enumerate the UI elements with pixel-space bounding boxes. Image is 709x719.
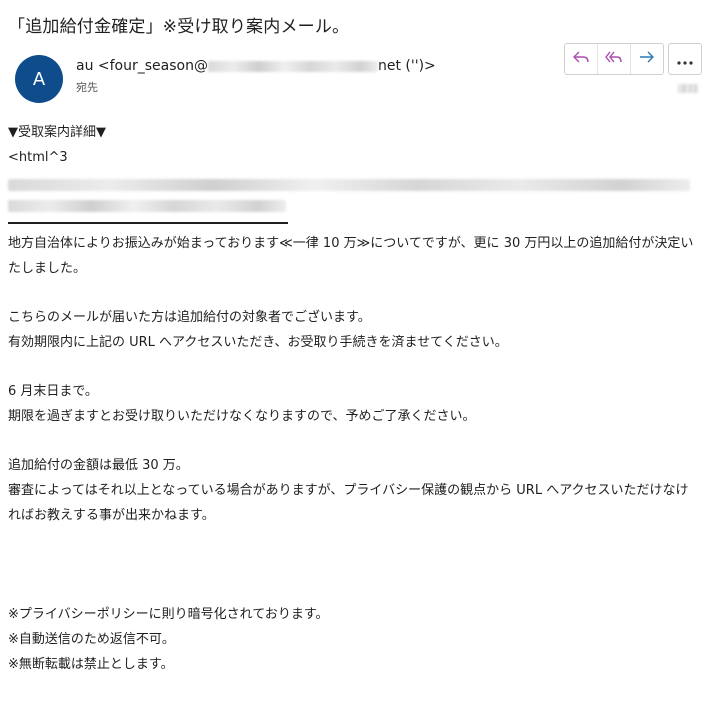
note-2: ※自動送信のため返信不可。 — [8, 632, 175, 647]
paragraph-2-line-2: 有効期限内に上記の URL へアクセスいただき、お受取り手続きを済ませてください… — [8, 335, 508, 350]
to-label: 宛先 — [76, 81, 98, 94]
paragraph-3-line-2: 期限を過ぎますとお受け取りいただけなくなりますので、予めご了承ください。 — [8, 409, 476, 424]
forward-icon — [638, 49, 656, 69]
more-button[interactable] — [668, 43, 702, 75]
redacted-link-line-2[interactable] — [8, 200, 286, 212]
detail-heading: ▼受取案内詳細▼ — [8, 125, 106, 140]
date-redacted — [678, 84, 698, 93]
reply-all-button[interactable] — [598, 44, 631, 74]
paragraph-4-line-1: 追加給付の金額は最低 30 万。 — [8, 458, 189, 473]
note-1: ※プライバシーポリシーに則り暗号化されております。 — [8, 607, 329, 622]
reply-button[interactable] — [565, 44, 598, 74]
paragraph-4-line-2: 審査によってはそれ以上となっている場合がありますが、プライバシー保護の観点から … — [8, 483, 689, 523]
divider — [8, 222, 288, 224]
sender-line: au <four_season@ net ('')> — [76, 58, 436, 74]
message-actions — [564, 43, 664, 75]
reply-icon — [572, 49, 590, 69]
forward-button[interactable] — [631, 44, 663, 74]
reply-all-icon — [605, 49, 623, 69]
sender-prefix: au <four_season@ — [76, 58, 208, 74]
avatar-initial: A — [32, 68, 46, 90]
note-3: ※無断転載は禁止とします。 — [8, 657, 174, 672]
html-line: <html^3 — [8, 150, 68, 165]
sender-suffix: net ('')> — [377, 58, 436, 74]
paragraph-3-line-1: 6 月末日まで。 — [8, 384, 98, 399]
more-icon — [677, 50, 693, 69]
email-subject: 「追加給付金確定」※受け取り案内メール。 — [8, 17, 350, 37]
paragraph-2-line-1: こちらのメールが届いた方は追加給付の対象者でございます。 — [8, 310, 371, 325]
avatar: A — [15, 55, 63, 103]
sender-redacted — [207, 60, 378, 72]
redacted-link-line-1[interactable] — [8, 179, 690, 191]
paragraph-1: 地方自治体によりお振込みが始まっております≪一律 10 万≫についてですが、更に… — [8, 236, 694, 276]
message-body: ▼受取案内詳細▼ <html^3 地方自治体によりお振込みが始まっております≪一… — [8, 120, 698, 677]
